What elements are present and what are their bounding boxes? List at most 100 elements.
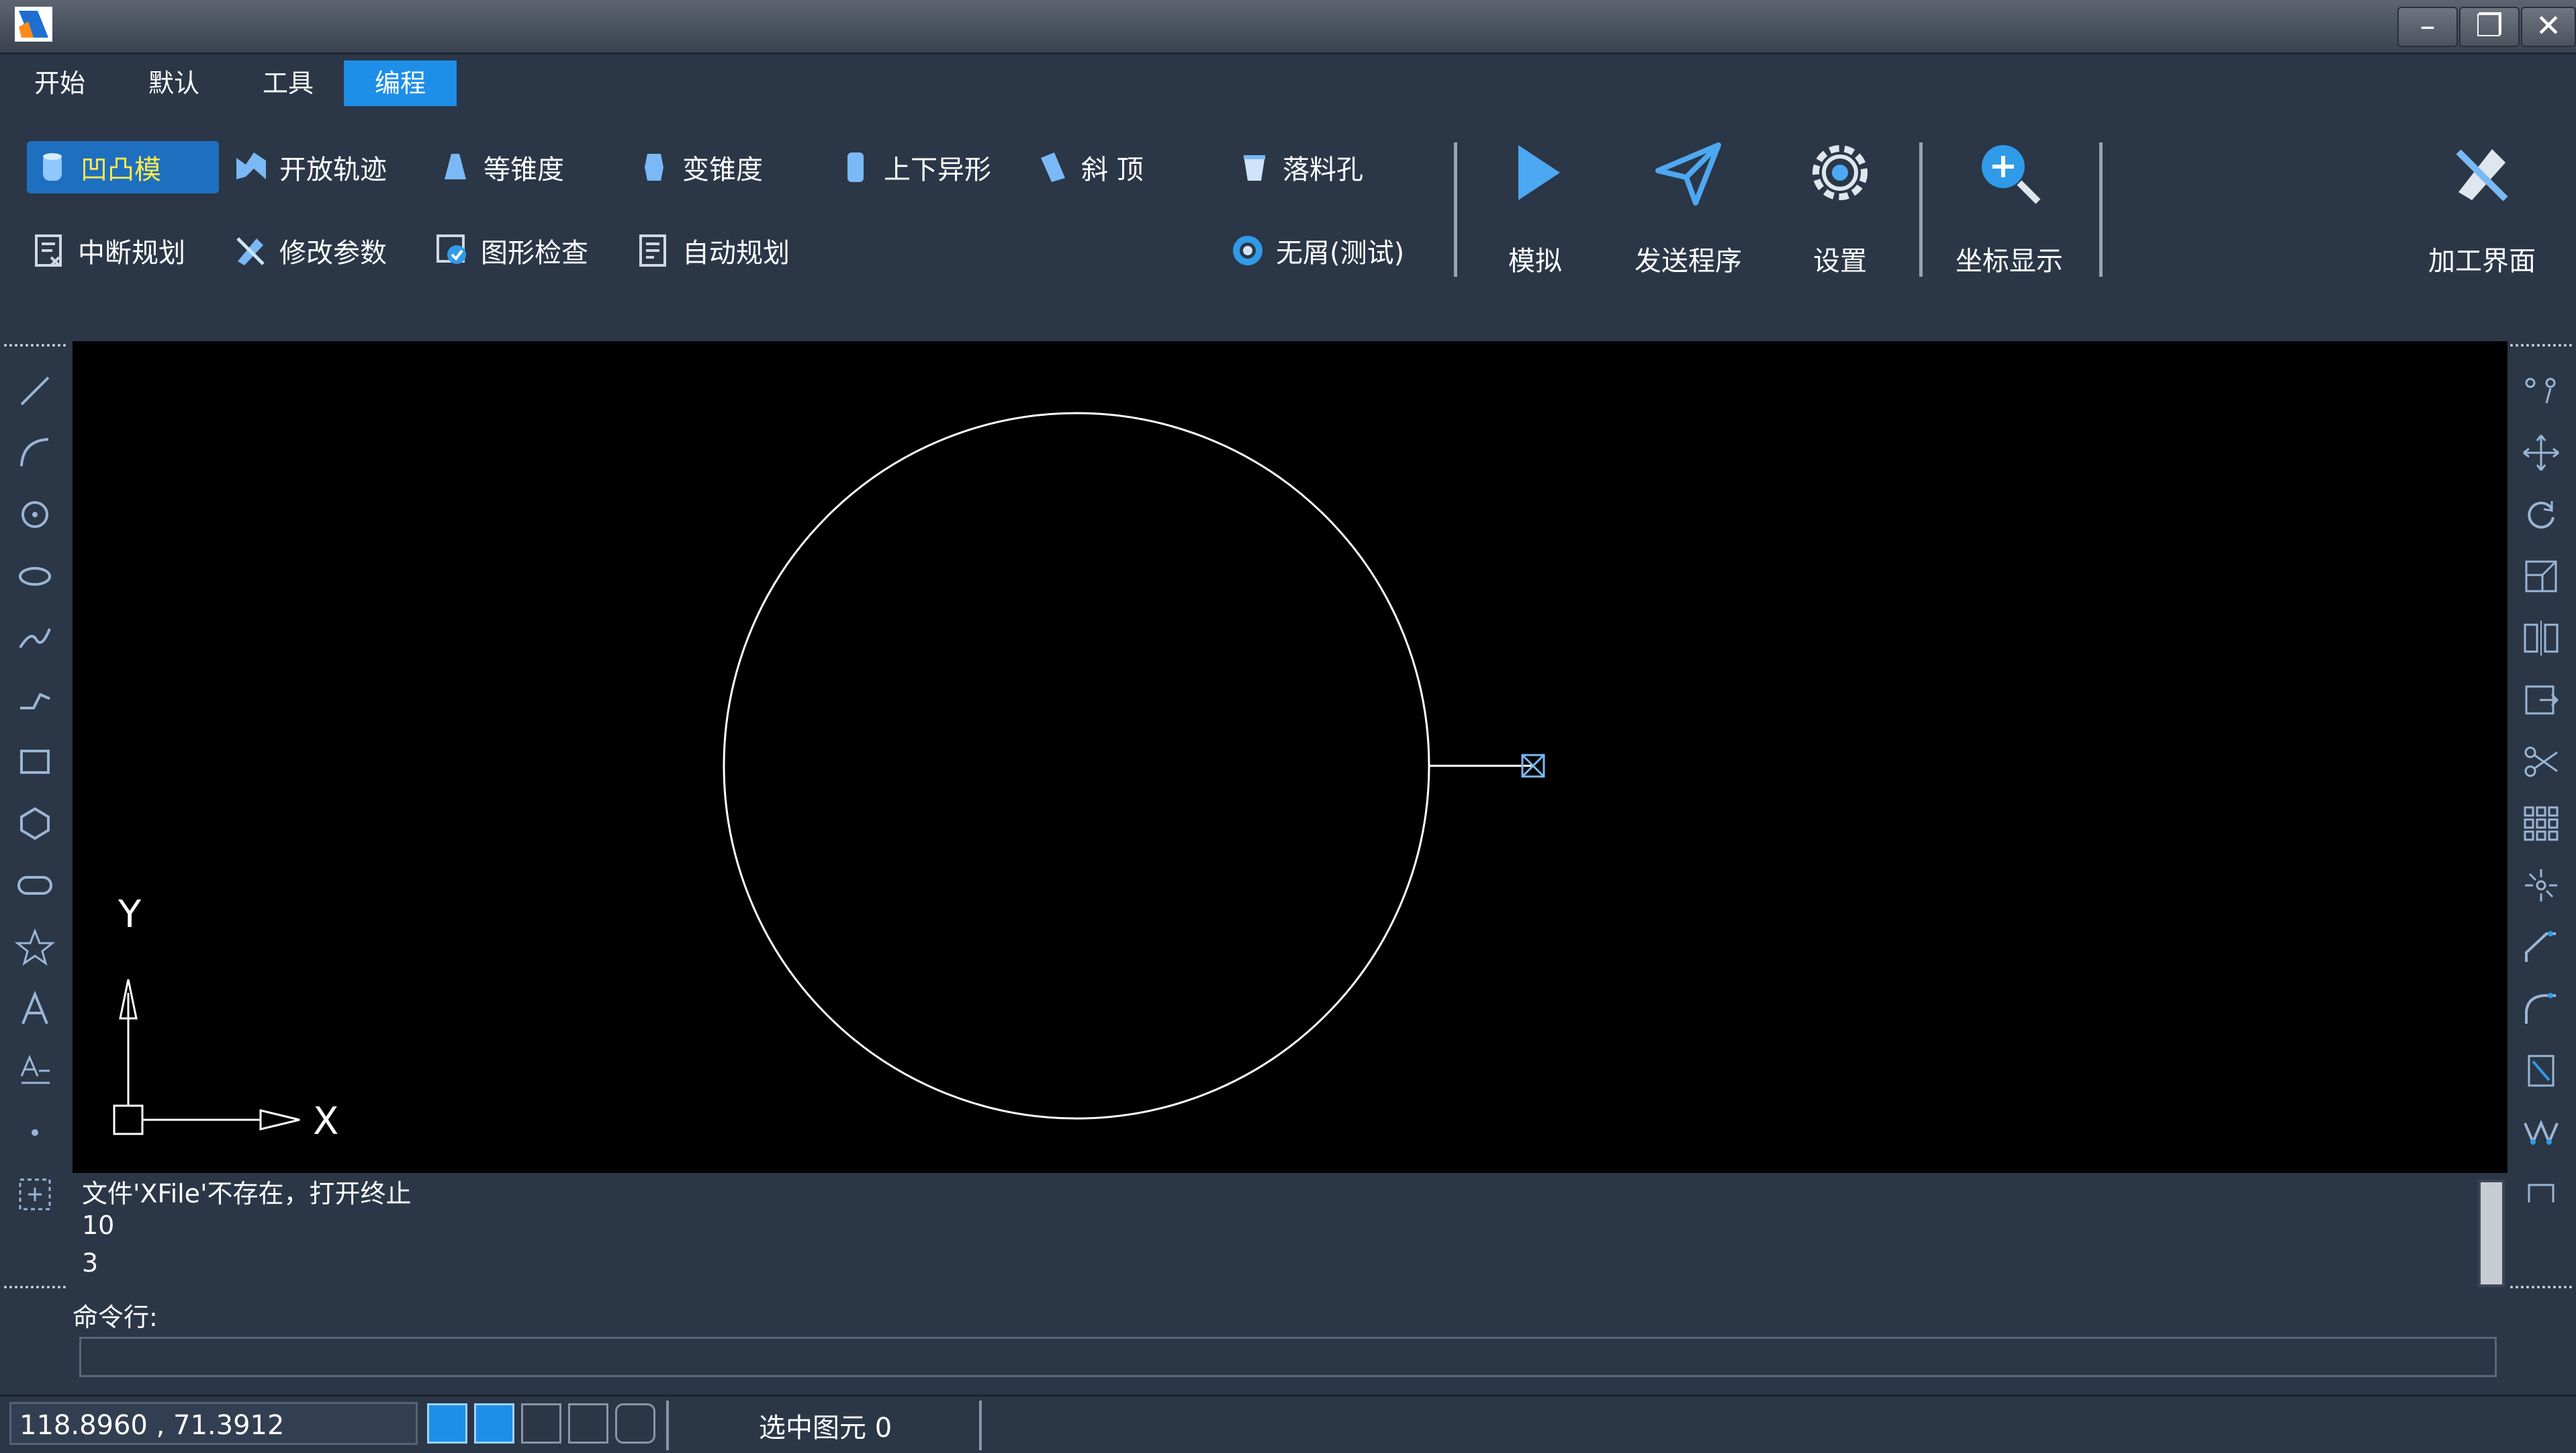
text-tool-icon[interactable] (13, 987, 56, 1030)
arc-tool-icon[interactable] (13, 431, 56, 474)
console-scroll-thumb[interactable] (2481, 1182, 2502, 1284)
polygon-tool-icon[interactable] (13, 802, 56, 845)
title-bar: – ❐ ✕ (0, 0, 2576, 54)
line-tool-icon[interactable] (13, 369, 56, 412)
tab-start[interactable]: 开始 (9, 60, 110, 106)
different-shape-button[interactable]: 上下异形 (837, 141, 991, 193)
shape-check-icon (436, 234, 466, 264)
left-draw-toolbar (0, 341, 70, 1295)
send-program-button[interactable]: 发送程序 (1621, 136, 1755, 317)
tab-tools[interactable]: 工具 (238, 60, 338, 106)
no-chip-icon (1233, 236, 1262, 265)
send-icon (1655, 142, 1721, 206)
offset-icon[interactable] (2520, 678, 2563, 721)
fillet-icon[interactable] (2520, 987, 2563, 1030)
snap-toggle-ortho[interactable] (474, 1403, 514, 1444)
axis-indicator (113, 979, 300, 1135)
coordinate-display-label: 坐标显示 (1956, 246, 2063, 277)
ribbon-separator (1454, 142, 1457, 277)
coordinate-display-button[interactable]: 坐标显示 (1942, 136, 2076, 317)
snap-toggle-angle[interactable] (568, 1403, 608, 1444)
drawing-canvas[interactable]: Y X (73, 341, 2508, 1173)
toolbar-grip[interactable] (2510, 344, 2572, 349)
spline-tool-icon[interactable] (13, 617, 56, 660)
command-input[interactable] (79, 1337, 2497, 1377)
settings-button[interactable]: 设置 (1773, 136, 1907, 317)
mirror-icon[interactable] (2520, 617, 2563, 660)
snap-toggle-endpoint[interactable] (427, 1403, 467, 1444)
blanking-hole-button[interactable]: 落料孔 (1236, 141, 1363, 193)
zoom-in-icon (1982, 145, 2041, 204)
shape-check-button[interactable]: 图形检查 (434, 224, 588, 277)
slant-top-button[interactable]: 斜 顶 (1034, 141, 1144, 193)
snap-toggle-circle[interactable] (615, 1403, 655, 1444)
restore-button[interactable]: ❐ (2459, 7, 2520, 47)
modify-params-label: 修改参数 (279, 238, 387, 269)
slot-tool-icon[interactable] (13, 864, 56, 907)
variable-taper-icon (645, 154, 663, 181)
open-path-button[interactable]: 开放轨迹 (232, 141, 387, 193)
output-console: 文件'XFile'不存在，打开终止 10 3 (73, 1173, 2508, 1291)
scissors-icon[interactable] (2520, 740, 2563, 783)
menu-bar: 开始 默认 工具 编程 (0, 56, 2576, 109)
variable-taper-label: 变锥度 (682, 155, 763, 185)
toolbar-grip[interactable] (4, 1286, 66, 1291)
slant-top-label: 斜 顶 (1081, 155, 1144, 185)
coordinate-readout: 118.8960 , 71.3912 (9, 1402, 418, 1445)
interrupt-plan-button[interactable]: 中断规划 (31, 224, 185, 277)
punch-die-button[interactable]: 凹凸模 (27, 141, 219, 193)
blanking-hole-icon (1244, 155, 1265, 181)
select-region-icon[interactable] (13, 1173, 56, 1216)
extend-icon[interactable] (2520, 1049, 2563, 1092)
toolbar-grip[interactable] (2510, 1286, 2572, 1291)
equal-taper-button[interactable]: 等锥度 (436, 141, 564, 193)
modify-params-button[interactable]: 修改参数 (232, 224, 387, 277)
no-chip-button[interactable]: 无屑(测试) (1229, 224, 1404, 277)
console-line: 3 (82, 1248, 99, 1278)
drawn-circle[interactable] (723, 412, 1430, 1120)
rotate-icon[interactable] (2520, 493, 2563, 536)
simulate-label: 模拟 (1508, 246, 1562, 277)
equal-taper-label: 等锥度 (484, 155, 564, 185)
circle-tool-icon[interactable] (13, 493, 56, 536)
snap-toggle-grid[interactable] (521, 1403, 561, 1444)
circular-array-icon[interactable] (2520, 864, 2563, 907)
simulate-button[interactable]: 模拟 (1468, 136, 1602, 317)
point-tool-icon[interactable] (13, 1111, 56, 1154)
scale-icon[interactable] (2520, 555, 2563, 598)
ellipse-tool-icon[interactable] (13, 555, 56, 598)
machining-interface-button[interactable]: 加工界面 (2415, 136, 2549, 317)
auto-plan-icon (639, 234, 666, 267)
right-edit-toolbar (2506, 341, 2576, 1295)
node-edit-icon[interactable] (2520, 369, 2563, 412)
tab-default[interactable]: 默认 (124, 60, 224, 106)
open-path-icon (236, 152, 266, 179)
auto-plan-label: 自动规划 (682, 238, 790, 269)
array-icon[interactable] (2520, 802, 2563, 845)
console-line: 10 (82, 1210, 115, 1240)
send-program-label: 发送程序 (1635, 246, 1742, 277)
status-bar: 118.8960 , 71.3912 选中图元 0 (0, 1395, 2576, 1453)
ribbon-separator (2099, 142, 2103, 277)
status-separator (979, 1401, 982, 1450)
variable-taper-button[interactable]: 变锥度 (635, 141, 763, 193)
console-scrollbar[interactable] (2478, 1180, 2505, 1287)
auto-plan-button[interactable]: 自动规划 (635, 224, 790, 277)
axis-x-label: X (313, 1100, 338, 1143)
star-tool-icon[interactable] (13, 926, 56, 969)
tab-programming[interactable]: 编程 (344, 60, 457, 106)
break-icon[interactable] (2520, 1111, 2563, 1154)
different-shape-icon (847, 152, 864, 182)
minimize-button[interactable]: – (2397, 7, 2458, 47)
chamfer-icon[interactable] (2520, 926, 2563, 969)
dimension-text-icon[interactable] (13, 1049, 56, 1092)
rectangle-tool-icon[interactable] (13, 740, 56, 783)
toolbar-grip[interactable] (4, 344, 66, 349)
modify-params-icon (236, 237, 265, 265)
command-line-label: 命令行: (73, 1303, 158, 1332)
close-button[interactable]: ✕ (2521, 7, 2576, 47)
interrupt-plan-icon (35, 234, 62, 267)
corner-icon[interactable] (2520, 1173, 2563, 1216)
polyline-tool-icon[interactable] (13, 678, 56, 721)
move-icon[interactable] (2520, 431, 2563, 474)
